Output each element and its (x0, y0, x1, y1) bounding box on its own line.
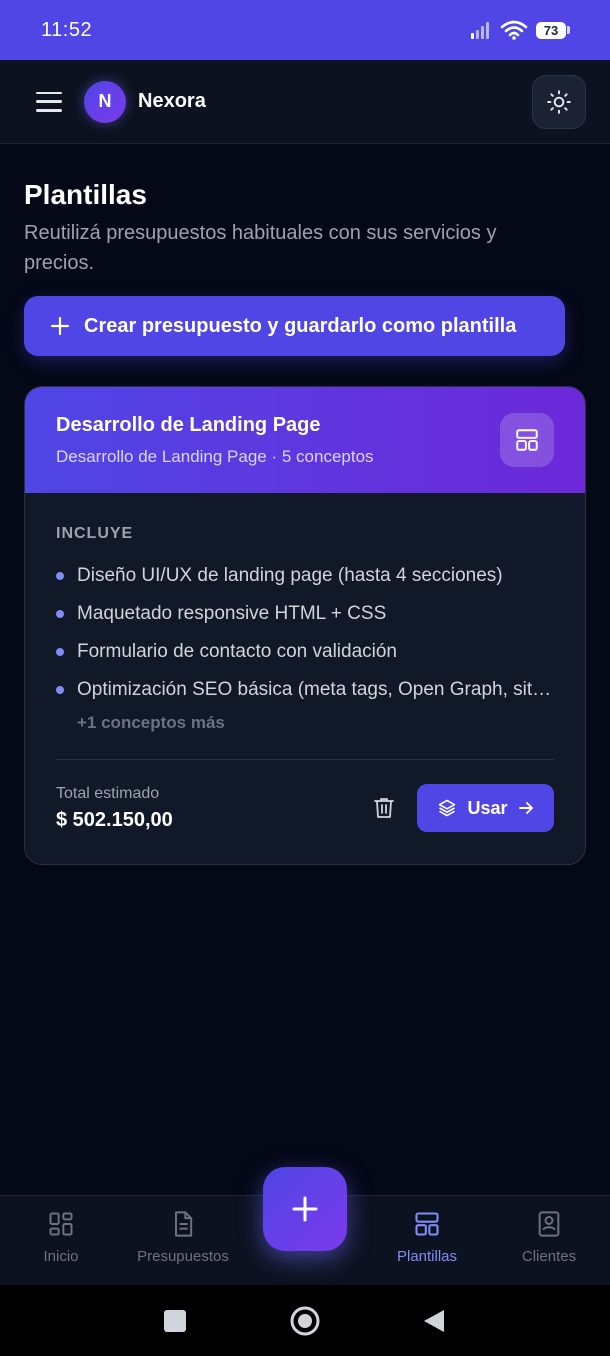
status-icons: 73 (470, 20, 570, 40)
list-item: Optimización SEO básica (meta tags, Open… (56, 671, 554, 709)
template-card-footer: Total estimado $ 502.150,00 Usar (56, 759, 554, 864)
nav-item-plantillas[interactable]: Plantillas (367, 1210, 487, 1265)
status-bar: 11:52 73 (0, 0, 610, 60)
recents-icon[interactable] (164, 1310, 186, 1332)
system-navigation-bar (0, 1285, 610, 1356)
home-icon[interactable] (290, 1306, 320, 1336)
template-card-header: Desarrollo de Landing Page Desarrollo de… (25, 387, 585, 493)
nav-label: Presupuestos (137, 1248, 229, 1265)
page-subtitle: Reutilizá presupuestos habituales con su… (24, 222, 497, 274)
theme-toggle-button[interactable] (532, 74, 586, 129)
nav-item-presupuestos[interactable]: Presupuestos (123, 1210, 243, 1265)
page-title: Plantillas (24, 179, 147, 210)
bullet-dot (56, 648, 64, 656)
add-fab-button[interactable] (263, 1167, 347, 1251)
back-icon[interactable] (423, 1309, 445, 1333)
battery-tip (567, 26, 570, 34)
list-item: Formulario de contacto con validación (56, 633, 554, 671)
nav-item-inicio[interactable]: Inicio (1, 1210, 121, 1265)
concept-text: Diseño UI/UX de landing page (hasta 4 se… (77, 565, 503, 586)
template-card: Desarrollo de Landing Page Desarrollo de… (24, 386, 586, 865)
template-layout-icon (500, 413, 554, 467)
signal-icon (471, 22, 489, 39)
use-template-button[interactable]: Usar (417, 784, 554, 832)
template-title: Desarrollo de Landing Page (56, 413, 321, 436)
grid-icon (49, 1212, 73, 1236)
create-template-label: Crear presupuesto y guardarlo como plant… (84, 314, 517, 337)
plus-icon (50, 316, 70, 336)
document-icon (175, 1211, 193, 1237)
use-button-label: Usar (467, 797, 508, 818)
contact-book-icon (538, 1211, 560, 1237)
nav-label: Plantillas (396, 1248, 458, 1265)
plus-icon (292, 1196, 318, 1222)
nav-item-clientes[interactable]: Clientes (489, 1210, 609, 1265)
brand-name: Nexora (138, 90, 206, 112)
layout-icon (415, 1212, 439, 1236)
concept-text: Formulario de contacto con validación (77, 641, 398, 662)
more-concepts: +1 conceptos más (77, 713, 225, 732)
brand-logo[interactable]: N (84, 80, 126, 123)
arrow-right-icon (518, 802, 533, 814)
concept-text: Optimización SEO básica (meta tags, Open… (77, 679, 554, 700)
bullet-dot (56, 610, 64, 618)
total-value: $ 502.150,00 (56, 808, 173, 831)
status-time: 11:52 (41, 18, 93, 41)
create-template-button[interactable]: Crear presupuesto y guardarlo como plant… (24, 296, 565, 356)
nav-label: Clientes (521, 1248, 577, 1265)
wifi-icon (500, 20, 528, 40)
includes-label: INCLUYE (56, 525, 134, 542)
total-label: Total estimado (56, 784, 160, 802)
list-item: Maquetado responsive HTML + CSS (56, 595, 554, 633)
sun-icon (547, 89, 571, 114)
layers-icon (439, 799, 456, 817)
trash-icon[interactable] (367, 791, 401, 825)
concept-list: Diseño UI/UX de landing page (hasta 4 se… (56, 557, 554, 709)
battery-indicator: 73 (536, 21, 570, 39)
menu-icon[interactable] (36, 91, 62, 112)
template-subtitle: Desarrollo de Landing Page · 5 conceptos (56, 446, 374, 466)
bullet-dot (56, 686, 64, 694)
concept-text: Maquetado responsive HTML + CSS (77, 603, 387, 624)
template-card-body: INCLUYE Diseño UI/UX de landing page (ha… (25, 493, 585, 864)
bullet-dot (56, 572, 64, 580)
nav-label: Inicio (43, 1248, 79, 1265)
main-content: Plantillas Reutilizá presupuestos habitu… (24, 144, 586, 865)
list-item: Diseño UI/UX de landing page (hasta 4 se… (56, 557, 554, 595)
battery-level: 73 (536, 21, 566, 39)
app-header: N Nexora (0, 60, 610, 144)
